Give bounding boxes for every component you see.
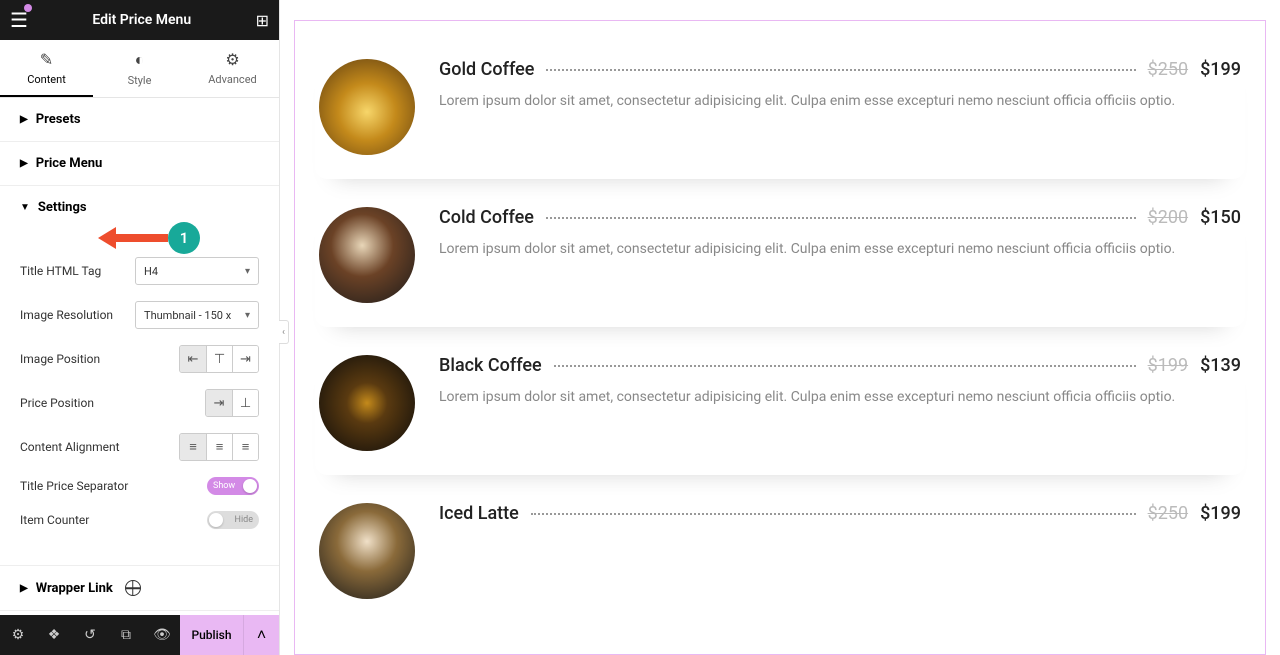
new-price: $139 [1200, 355, 1241, 376]
image-res-select[interactable]: Thumbnail - 150 x ▾ [135, 301, 259, 329]
preview-icon[interactable]: 👁 [144, 627, 180, 643]
align-bottom-button[interactable]: ⊥ [232, 390, 258, 416]
bottom-bar: ⚙ ❖ ↺ ⧉ 👁 Publish ˄ [0, 615, 279, 655]
globe-icon [125, 580, 141, 596]
panel-title: Edit Price Menu [92, 12, 191, 28]
settings-body: Title HTML Tag H4 ▾ Image Resolution Thu… [0, 229, 279, 565]
old-price: $250 [1148, 503, 1188, 524]
item-description: Lorem ipsum dolor sit amet, consectetur … [439, 90, 1199, 112]
caret-right-icon: ▶ [20, 114, 28, 125]
chevron-up-icon: ˄ [257, 625, 266, 645]
title-tag-select[interactable]: H4 ▾ [135, 257, 259, 285]
select-value: H4 [144, 265, 158, 278]
separator-toggle[interactable]: Show [207, 477, 259, 495]
history-icon[interactable]: ↺ [72, 627, 108, 643]
menu-item: Cold Coffee $200 $150 Lorem ipsum dolor … [315, 199, 1245, 327]
item-image [319, 355, 415, 451]
price-pos-group: ⇥ ⊥ [205, 389, 259, 417]
new-price: $150 [1200, 207, 1241, 228]
section-label: Wrapper Link [36, 581, 113, 596]
gear-icon: ⚙ [186, 50, 279, 69]
item-image [319, 59, 415, 155]
publish-options-button[interactable]: ˄ [243, 615, 279, 655]
tab-label: Style [128, 74, 152, 87]
item-description: Lorem ipsum dolor sit amet, consectetur … [439, 386, 1199, 408]
content-align-group: ≡ ≡ ≡ [179, 433, 259, 461]
caret-right-icon: ▶ [20, 158, 28, 169]
publish-button[interactable]: Publish [180, 615, 243, 655]
section-presets[interactable]: ▶ Presets [0, 98, 279, 142]
price-menu-widget[interactable]: Gold Coffee $250 $199 Lorem ipsum dolor … [294, 20, 1266, 655]
tab-label: Advanced [208, 73, 256, 86]
image-res-label: Image Resolution [20, 308, 113, 322]
item-description: Lorem ipsum dolor sit amet, consectetur … [439, 238, 1199, 260]
counter-label: Item Counter [20, 513, 89, 527]
tab-label: Content [27, 73, 66, 86]
section-label: Settings [38, 200, 87, 215]
image-pos-group: ⇤ ⊤ ⇥ [179, 345, 259, 373]
section-settings[interactable]: ▼ Settings [0, 186, 279, 229]
tab-advanced[interactable]: ⚙ Advanced [186, 40, 279, 97]
item-title: Black Coffee [439, 355, 542, 376]
caret-right-icon: ▶ [20, 583, 28, 594]
navigator-icon[interactable]: ❖ [36, 627, 72, 643]
align-left-button[interactable]: ⇤ [180, 346, 206, 372]
dotted-separator [554, 365, 1136, 367]
chevron-down-icon: ▾ [245, 266, 250, 277]
text-left-button[interactable]: ≡ [180, 434, 206, 460]
new-price: $199 [1200, 503, 1241, 524]
text-center-button[interactable]: ≡ [206, 434, 232, 460]
dotted-separator [546, 217, 1136, 219]
section-price-menu[interactable]: ▶ Price Menu [0, 142, 279, 186]
contrast-icon: ◐ [93, 50, 186, 70]
section-wrapper-link[interactable]: ▶ Wrapper Link [0, 565, 279, 611]
item-image [319, 503, 415, 599]
pencil-icon: ✎ [0, 50, 93, 69]
toggle-state: Hide [235, 515, 253, 525]
dotted-separator [546, 69, 1135, 71]
apps-icon[interactable]: ⊞ [256, 11, 269, 30]
separator-label: Title Price Separator [20, 479, 128, 493]
select-value: Thumbnail - 150 x [144, 309, 231, 322]
old-price: $250 [1148, 59, 1188, 80]
item-title: Cold Coffee [439, 207, 534, 228]
menu-item: Gold Coffee $250 $199 Lorem ipsum dolor … [315, 51, 1245, 179]
editor-sidebar: ☰ Edit Price Menu ⊞ ✎ Content ◐ Style ⚙ … [0, 0, 280, 655]
item-title: Gold Coffee [439, 59, 534, 80]
preview-canvas: Gold Coffee $250 $199 Lorem ipsum dolor … [280, 0, 1280, 655]
tab-style[interactable]: ◐ Style [93, 40, 186, 97]
title-tag-label: Title HTML Tag [20, 264, 101, 278]
new-price: $199 [1200, 59, 1241, 80]
sidebar-header: ☰ Edit Price Menu ⊞ [0, 0, 279, 40]
publish-label: Publish [191, 628, 231, 642]
section-label: Presets [36, 112, 81, 127]
menu-icon[interactable]: ☰ [10, 8, 28, 32]
menu-item: Black Coffee $199 $139 Lorem ipsum dolor… [315, 347, 1245, 475]
toggle-state: Show [213, 481, 235, 491]
chevron-down-icon: ▾ [245, 310, 250, 321]
caret-down-icon: ▼ [20, 202, 30, 213]
item-image [319, 207, 415, 303]
panel-tabs: ✎ Content ◐ Style ⚙ Advanced [0, 40, 279, 98]
align-right-button[interactable]: ⇥ [206, 390, 232, 416]
chevron-left-icon: ‹ [282, 327, 285, 338]
counter-toggle[interactable]: Hide [207, 511, 259, 529]
tab-content[interactable]: ✎ Content [0, 40, 93, 97]
section-label: Price Menu [36, 156, 103, 171]
collapse-sidebar-button[interactable]: ‹ [279, 320, 289, 344]
image-pos-label: Image Position [20, 352, 100, 366]
settings-icon[interactable]: ⚙ [0, 627, 36, 643]
dotted-separator [531, 513, 1136, 515]
item-title: Iced Latte [439, 503, 519, 524]
price-pos-label: Price Position [20, 396, 94, 410]
responsive-icon[interactable]: ⧉ [108, 627, 144, 643]
old-price: $200 [1148, 207, 1188, 228]
old-price: $199 [1148, 355, 1188, 376]
align-top-button[interactable]: ⊤ [206, 346, 232, 372]
align-right-button[interactable]: ⇥ [232, 346, 258, 372]
menu-item: Iced Latte $250 $199 [315, 495, 1245, 599]
text-right-button[interactable]: ≡ [232, 434, 258, 460]
content-align-label: Content Alignment [20, 440, 120, 454]
